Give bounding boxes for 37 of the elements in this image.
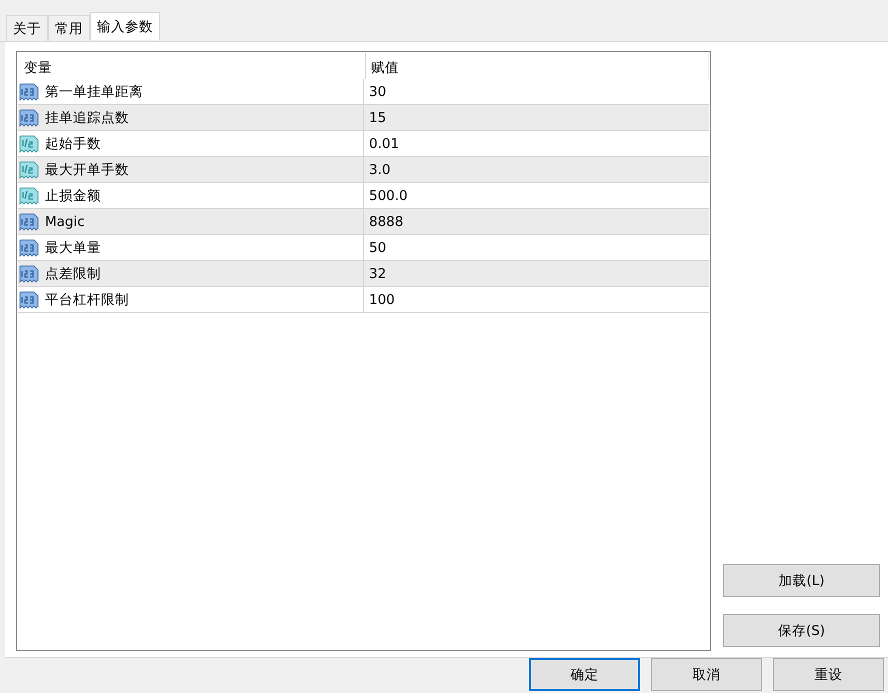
parameter-value[interactable]: 50: [364, 235, 709, 260]
parameter-name: Magic: [45, 214, 85, 230]
integer-type-icon: [19, 82, 39, 100]
dialog-button[interactable]: 确定: [529, 658, 640, 691]
parameter-name: 起始手数: [45, 134, 101, 152]
side-button[interactable]: 保存(S): [723, 614, 880, 647]
integer-type-icon: [19, 238, 39, 256]
fraction-type-icon: [19, 134, 39, 152]
column-header: 赋值: [366, 53, 709, 79]
parameter-name: 止损金额: [45, 186, 101, 204]
dialog-button[interactable]: 重设: [773, 658, 884, 691]
tab[interactable]: 常用: [48, 15, 90, 41]
parameter-value[interactable]: 8888: [364, 209, 709, 234]
parameter-value[interactable]: 0.01: [364, 131, 709, 156]
integer-type-icon: [19, 290, 39, 308]
integer-type-icon: [19, 108, 39, 126]
tab[interactable]: 关于: [6, 15, 48, 41]
parameter-value[interactable]: 32: [364, 261, 709, 286]
parameter-name: 最大开单手数: [45, 160, 129, 178]
integer-type-icon: [19, 264, 39, 282]
integer-type-icon: [19, 212, 39, 230]
parameter-value[interactable]: 30: [364, 79, 709, 104]
side-button[interactable]: 加载(L): [723, 564, 880, 597]
dialog-button[interactable]: 取消: [651, 658, 762, 691]
parameter-name: 最大单量: [45, 238, 101, 256]
column-header: 变量: [18, 53, 366, 79]
tab[interactable]: 输入参数: [90, 12, 160, 40]
parameter-name: 点差限制: [45, 264, 101, 282]
parameter-name: 平台杠杆限制: [45, 290, 129, 308]
fraction-type-icon: [19, 186, 39, 204]
parameter-value[interactable]: 15: [364, 105, 709, 130]
parameter-value[interactable]: 100: [364, 287, 709, 312]
parameter-name: 挂单追踪点数: [45, 108, 129, 126]
parameter-name: 第一单挂单距离: [45, 82, 143, 100]
parameter-value[interactable]: 500.0: [364, 183, 709, 208]
fraction-type-icon: [19, 160, 39, 178]
parameter-value[interactable]: 3.0: [364, 157, 709, 182]
